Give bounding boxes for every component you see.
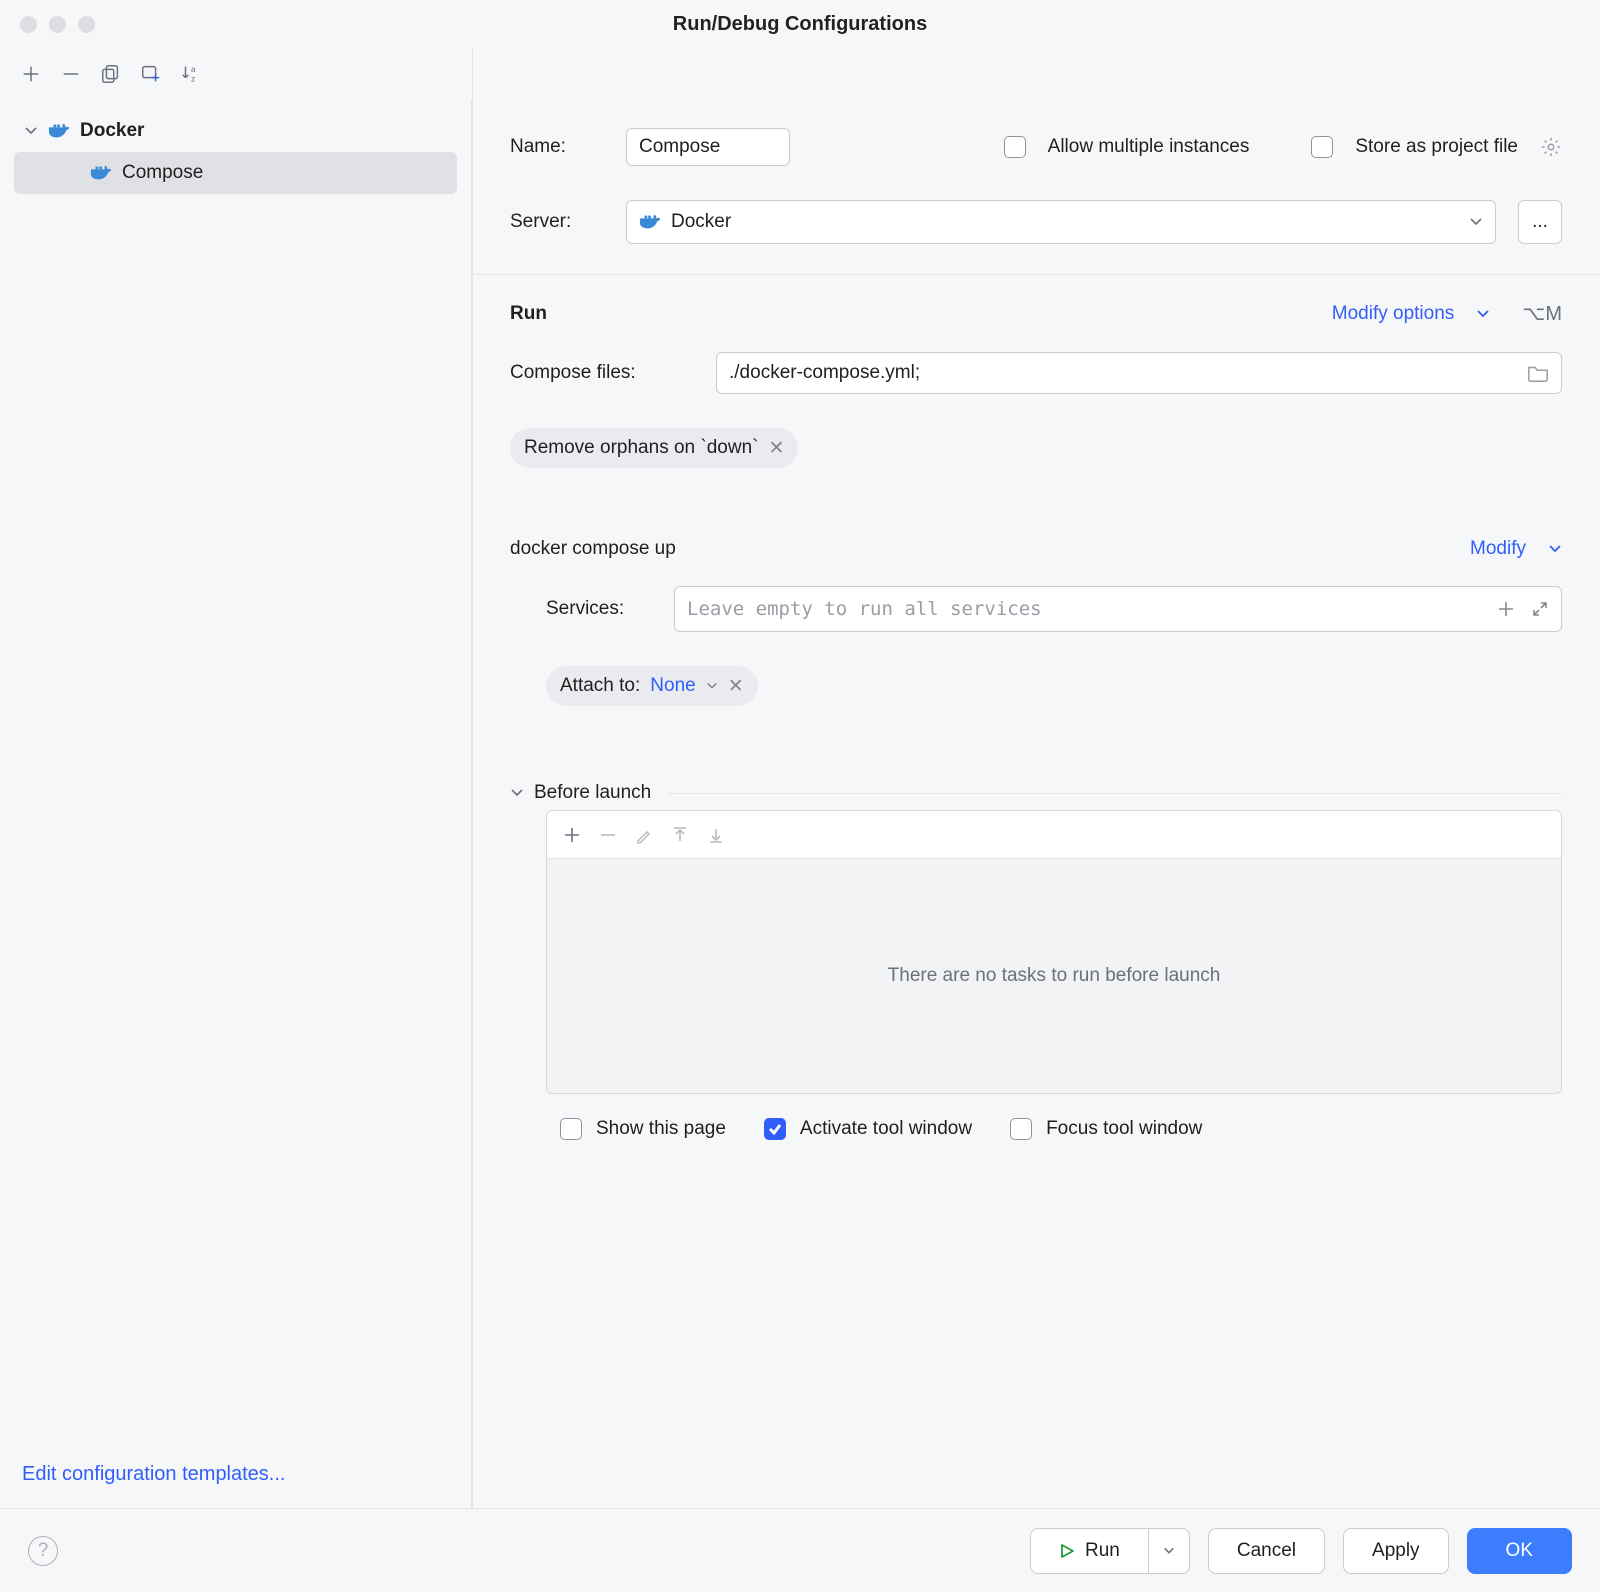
titlebar: Run/Debug Configurations (0, 0, 1600, 48)
add-config-icon[interactable] (18, 61, 44, 87)
remove-task-icon[interactable] (599, 826, 617, 844)
compose-up-title: docker compose up (510, 538, 676, 560)
allow-multiple-label: Allow multiple instances (1048, 136, 1250, 158)
svg-text:a: a (191, 65, 196, 74)
tree-label: Docker (80, 120, 144, 142)
sort-icon[interactable]: az (178, 61, 204, 87)
compose-files-input[interactable]: ./docker-compose.yml; (716, 352, 1562, 394)
chevron-down-icon (1476, 307, 1490, 321)
services-label: Services: (546, 598, 656, 620)
server-select[interactable]: Docker (626, 200, 1496, 244)
window-title: Run/Debug Configurations (673, 13, 927, 36)
dialog-buttons: ? Run Cancel Apply OK (0, 1508, 1600, 1592)
chip-attach-label: Attach to: (560, 675, 640, 697)
move-up-icon[interactable] (671, 826, 689, 844)
run-button[interactable]: Run (1030, 1528, 1148, 1574)
folder-icon[interactable] (1527, 363, 1549, 383)
traffic-minimize[interactable] (49, 16, 66, 33)
show-page-label: Show this page (596, 1118, 726, 1140)
apply-button[interactable]: Apply (1343, 1528, 1449, 1574)
name-label: Name: (510, 136, 604, 158)
help-icon[interactable]: ? (28, 1536, 58, 1566)
chip-remove-orphans: Remove orphans on `down` ✕ (510, 428, 798, 468)
ok-button[interactable]: OK (1467, 1528, 1572, 1574)
docker-icon (48, 122, 70, 140)
play-icon (1059, 1543, 1075, 1559)
focus-tool-label: Focus tool window (1046, 1118, 1202, 1140)
chip-attach-to[interactable]: Attach to: None ✕ (546, 666, 758, 706)
server-more-button[interactable]: ... (1518, 200, 1562, 244)
server-label: Server: (510, 211, 604, 233)
activate-tool-label: Activate tool window (800, 1118, 972, 1140)
sidebar-toolbar: az (0, 48, 1600, 100)
gear-icon[interactable] (1540, 136, 1562, 158)
expand-icon[interactable] (1531, 600, 1549, 618)
traffic-zoom[interactable] (78, 16, 95, 33)
services-input[interactable]: Leave empty to run all services (674, 586, 1562, 632)
compose-files-label: Compose files: (510, 362, 698, 384)
store-project-checkbox[interactable] (1311, 136, 1333, 158)
show-page-checkbox[interactable] (560, 1118, 582, 1140)
move-down-icon[interactable] (707, 826, 725, 844)
chip-close-icon[interactable]: ✕ (768, 437, 784, 460)
tree-label: Compose (122, 162, 203, 184)
save-template-icon[interactable] (138, 61, 164, 87)
before-launch-title: Before launch (534, 782, 651, 804)
chevron-down-icon (706, 680, 718, 692)
config-panel: Name: Allow multiple instances Store as … (472, 100, 1600, 1508)
run-section-title: Run (510, 303, 547, 325)
window-controls (20, 16, 95, 33)
compose-files-value: ./docker-compose.yml; (729, 362, 920, 384)
add-task-icon[interactable] (563, 826, 581, 844)
chip-label: Remove orphans on `down` (524, 437, 758, 459)
before-launch-empty: There are no tasks to run before launch (547, 859, 1561, 1093)
chevron-down-icon (24, 124, 38, 138)
compose-up-modify-link[interactable]: Modify (1470, 538, 1526, 560)
chevron-down-icon (1469, 215, 1483, 229)
cancel-button[interactable]: Cancel (1208, 1528, 1325, 1574)
run-button-more[interactable] (1148, 1528, 1190, 1574)
docker-icon (90, 164, 112, 182)
activate-tool-checkbox[interactable] (764, 1118, 786, 1140)
before-launch-box: There are no tasks to run before launch (546, 810, 1562, 1094)
docker-icon (639, 213, 661, 231)
config-tree: Docker Compose Edit configuration templa… (0, 100, 472, 1508)
server-value: Docker (671, 211, 731, 233)
tree-node-docker[interactable]: Docker (0, 110, 471, 152)
name-input[interactable] (626, 128, 790, 166)
store-project-label: Store as project file (1355, 136, 1518, 158)
edit-task-icon[interactable] (635, 826, 653, 844)
modify-shortcut: ⌥M (1522, 301, 1562, 326)
chevron-down-icon (1163, 1545, 1175, 1557)
chip-attach-value: None (650, 675, 695, 697)
tree-node-compose[interactable]: Compose (14, 152, 457, 194)
copy-config-icon[interactable] (98, 61, 124, 87)
chevron-down-icon[interactable] (510, 786, 524, 800)
edit-templates-link[interactable]: Edit configuration templates... (22, 1463, 285, 1485)
traffic-close[interactable] (20, 16, 37, 33)
modify-options-link[interactable]: Modify options (1332, 303, 1455, 325)
chip-close-icon[interactable]: ✕ (728, 675, 744, 698)
remove-config-icon[interactable] (58, 61, 84, 87)
chevron-down-icon (1548, 542, 1562, 556)
services-placeholder: Leave empty to run all services (687, 598, 1042, 620)
svg-text:z: z (191, 74, 195, 83)
focus-tool-checkbox[interactable] (1010, 1118, 1032, 1140)
before-launch-toolbar (547, 811, 1561, 859)
allow-multiple-checkbox[interactable] (1004, 136, 1026, 158)
plus-icon[interactable] (1497, 600, 1515, 618)
